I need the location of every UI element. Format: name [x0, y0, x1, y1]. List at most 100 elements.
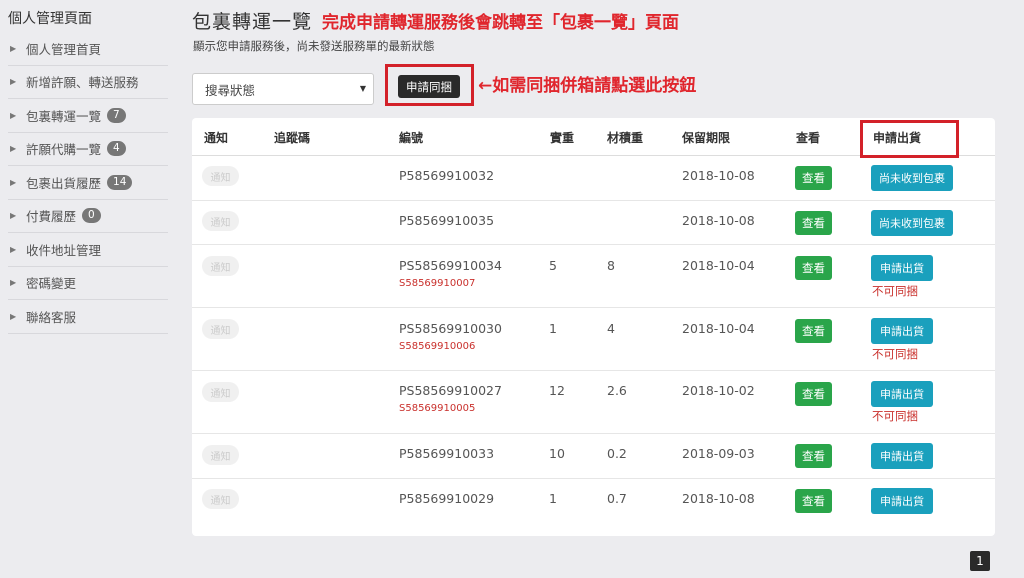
- caret-right-icon: ▶: [10, 110, 17, 120]
- notify-button[interactable]: 通知: [202, 256, 239, 276]
- sidebar-item-password[interactable]: ▶ 密碼變更: [8, 267, 168, 300]
- sidebar-item-purchase-list[interactable]: ▶ 許願代購一覽 4: [8, 133, 168, 166]
- view-button[interactable]: 查看: [795, 166, 832, 190]
- caret-right-icon: ▶: [10, 77, 17, 87]
- package-number: P58569910035: [399, 213, 495, 228]
- sidebar-item-forwarding-list[interactable]: ▶ 包裏轉運一覽 7: [8, 99, 168, 133]
- count-badge: 7: [107, 107, 126, 123]
- row-divider: [192, 307, 995, 308]
- header-volume: 材積重: [607, 131, 644, 145]
- header-tracking: 追蹤碼: [274, 131, 311, 145]
- dropdown-arrow-icon: ▼: [359, 84, 366, 93]
- deadline: 2018-10-02: [682, 383, 755, 398]
- status-select-value: 搜尋狀態: [205, 82, 256, 98]
- annotation-note: 完成申請轉運服務後會跳轉至「包裹一覽」頁面: [322, 13, 680, 33]
- volume-weight: 2.6: [607, 383, 627, 398]
- sidebar-item-contact[interactable]: ▶ 聯絡客服: [8, 300, 168, 334]
- highlight-box: [860, 120, 959, 158]
- actual-weight: 5: [549, 258, 557, 273]
- ship-button[interactable]: 申請出貨: [871, 255, 933, 281]
- caret-right-icon: ▶: [10, 43, 17, 53]
- view-button[interactable]: 查看: [795, 444, 832, 468]
- notify-button[interactable]: 通知: [202, 489, 239, 509]
- volume-weight: 8: [607, 258, 615, 273]
- volume-weight: 0.7: [607, 491, 627, 506]
- view-button[interactable]: 查看: [795, 319, 832, 343]
- caret-right-icon: ▶: [10, 311, 17, 321]
- ship-button[interactable]: 申請出貨: [871, 443, 933, 469]
- header-weight: 實重: [550, 131, 575, 145]
- sidebar-item-label: 聯絡客服: [26, 309, 77, 325]
- status-select[interactable]: 搜尋狀態 ▼: [192, 73, 374, 105]
- deadline: 2018-10-04: [682, 321, 755, 336]
- ship-button[interactable]: 尚未收到包裹: [871, 165, 953, 191]
- view-button[interactable]: 查看: [795, 211, 832, 235]
- header-notify: 通知: [204, 131, 229, 145]
- count-badge: 14: [107, 174, 133, 190]
- volume-weight: 4: [607, 321, 615, 336]
- no-merge-label: 不可同捆: [872, 409, 918, 423]
- notify-button[interactable]: 通知: [202, 166, 239, 186]
- caret-right-icon: ▶: [10, 144, 17, 154]
- package-table: 通知 追蹤碼 編號 實重 材積重 保留期限 查看 申請出貨 通知 P585699…: [192, 118, 995, 536]
- header-view: 查看: [796, 131, 821, 145]
- view-button[interactable]: 查看: [795, 382, 832, 406]
- deadline: 2018-10-08: [682, 168, 755, 183]
- sidebar-item-shipping-history[interactable]: ▶ 包裹出貨履歷 14: [8, 166, 168, 200]
- sidebar-title: 個人管理頁面: [8, 11, 92, 27]
- row-divider: [192, 478, 995, 479]
- actual-weight: 1: [549, 491, 557, 506]
- row-divider: [192, 244, 995, 245]
- sidebar-item-label: 包裏轉運一覽: [26, 108, 102, 124]
- page-title: 包裏轉運一覽 完成申請轉運服務後會跳轉至「包裹一覽」頁面: [192, 7, 679, 34]
- sidebar-item-label: 收件地址管理: [26, 242, 102, 258]
- sidebar-item-label: 新增許願、轉送服務: [26, 75, 139, 91]
- row-divider: [192, 433, 995, 434]
- sidebar-item-label: 個人管理首頁: [26, 41, 102, 57]
- pagination-page[interactable]: 1: [970, 551, 990, 571]
- package-number: PS58569910034: [399, 258, 502, 273]
- notify-button[interactable]: 通知: [202, 211, 239, 231]
- ship-button[interactable]: 申請出貨: [871, 488, 933, 514]
- caret-right-icon: ▶: [10, 211, 17, 221]
- header-number: 編號: [399, 131, 424, 145]
- sidebar-item-address[interactable]: ▶ 收件地址管理: [8, 233, 168, 267]
- row-divider: [192, 200, 995, 201]
- notify-button[interactable]: 通知: [202, 445, 239, 465]
- caret-right-icon: ▶: [10, 244, 17, 254]
- count-badge: 4: [107, 141, 126, 157]
- caret-right-icon: ▶: [10, 177, 17, 187]
- service-number: S58569910007: [399, 278, 476, 289]
- package-number: PS58569910027: [399, 383, 502, 398]
- ship-button[interactable]: 申請出貨: [871, 381, 933, 407]
- actual-weight: 10: [549, 446, 565, 461]
- no-merge-label: 不可同捆: [872, 347, 918, 361]
- notify-button[interactable]: 通知: [202, 319, 239, 339]
- package-number: P58569910029: [399, 491, 495, 506]
- sidebar-item-label: 包裹出貨履歷: [26, 175, 102, 191]
- count-badge: 0: [82, 208, 101, 224]
- page-subtitle: 顯示您申請服務後，尚未發送服務單的最新狀態: [193, 39, 435, 53]
- view-button[interactable]: 查看: [795, 489, 832, 513]
- actual-weight: 1: [549, 321, 557, 336]
- sidebar-item-payment-history[interactable]: ▶ 付費履歷 0: [8, 200, 168, 233]
- deadline: 2018-10-04: [682, 258, 755, 273]
- notify-button[interactable]: 通知: [202, 382, 239, 402]
- package-number: PS58569910030: [399, 321, 502, 336]
- sidebar-item-label: 密碼變更: [26, 276, 77, 292]
- merge-request-button[interactable]: 申請同捆: [398, 75, 460, 98]
- deadline: 2018-10-08: [682, 213, 755, 228]
- caret-right-icon: ▶: [10, 278, 17, 288]
- sidebar-item-new-request[interactable]: ▶ 新增許願、轉送服務: [8, 66, 168, 99]
- actual-weight: 12: [549, 383, 565, 398]
- ship-button[interactable]: 申請出貨: [871, 318, 933, 344]
- service-number: S58569910006: [399, 341, 476, 352]
- volume-weight: 0.2: [607, 446, 627, 461]
- page-title-text: 包裏轉運一覽: [192, 11, 313, 33]
- view-button[interactable]: 查看: [795, 256, 832, 280]
- sidebar-item-home[interactable]: ▶ 個人管理首頁: [8, 32, 168, 66]
- header-deadline: 保留期限: [682, 131, 731, 145]
- ship-button[interactable]: 尚未收到包裹: [871, 210, 953, 236]
- package-number: P58569910033: [399, 446, 495, 461]
- package-number: P58569910032: [399, 168, 495, 183]
